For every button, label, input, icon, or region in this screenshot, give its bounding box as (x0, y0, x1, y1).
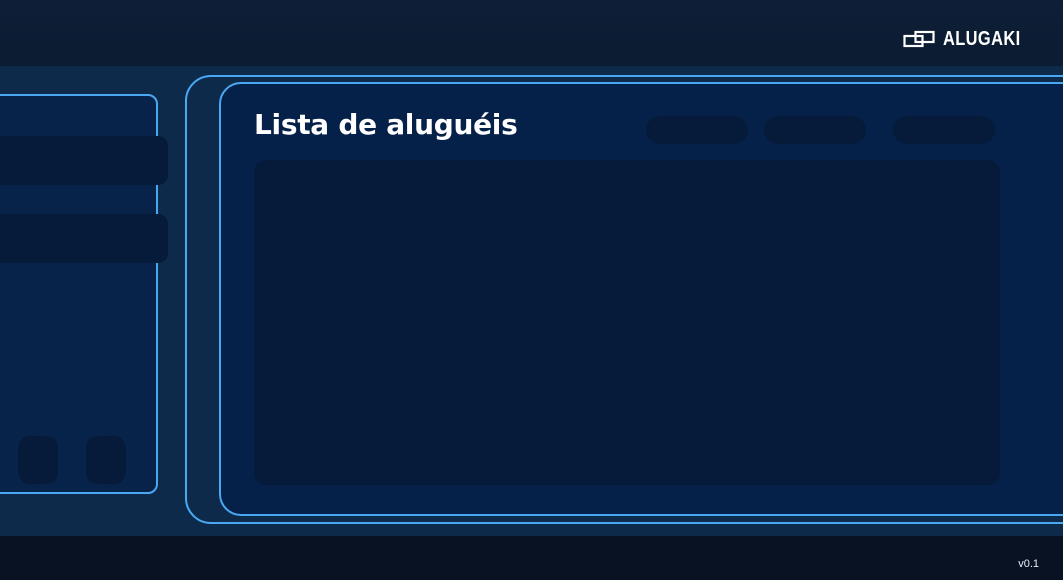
header-action-placeholder-3[interactable] (893, 116, 995, 144)
header-action-placeholder-1[interactable] (646, 116, 748, 144)
alugaki-logo-icon (903, 30, 935, 47)
brand: ALUGAKI (903, 28, 1032, 51)
sidebar-footer-button-1[interactable] (18, 436, 58, 484)
sidebar-item-placeholder-1[interactable] (0, 136, 168, 185)
sidebar-footer-button-2[interactable] (86, 436, 126, 484)
sidebar-item-placeholder-2[interactable] (0, 214, 168, 263)
header-action-placeholder-2[interactable] (764, 116, 866, 144)
sidebar (0, 94, 168, 494)
brand-name: ALUGAKI (943, 28, 1021, 50)
version-label: v0.1 (1018, 558, 1039, 570)
rentals-list-placeholder (254, 160, 1000, 485)
page-title: Lista de aluguéis (254, 108, 518, 141)
